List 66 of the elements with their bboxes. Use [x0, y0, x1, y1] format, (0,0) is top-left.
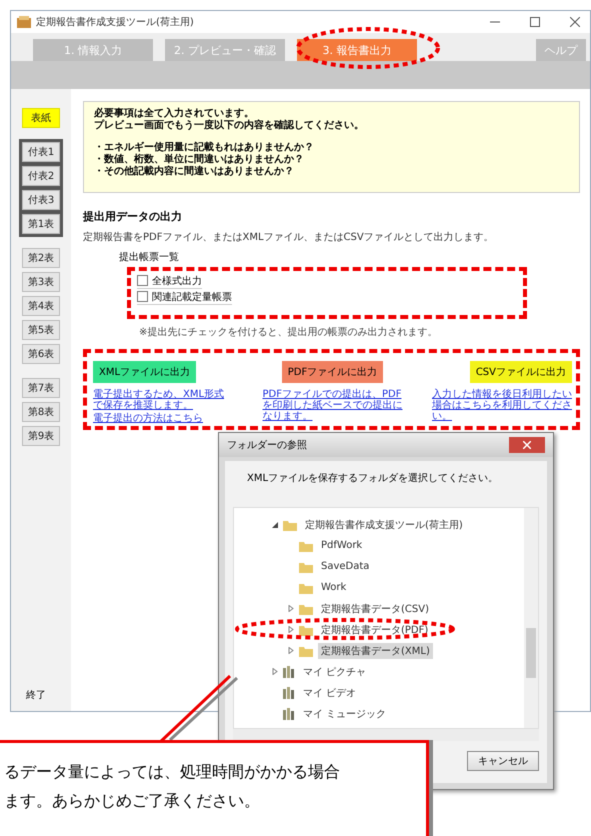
tree-item[interactable]: 定期報告書データ(CSV) — [318, 600, 432, 616]
library-icon — [283, 666, 295, 678]
sheet-button[interactable]: 第4表 — [22, 296, 60, 316]
sheet-button[interactable]: 第2表 — [22, 248, 60, 268]
help-link[interactable]: 電子提出の方法はこちら — [93, 413, 203, 424]
sheet-button[interactable]: 第3表 — [22, 272, 60, 292]
export-button[interactable]: XMLファイルに出力 — [93, 361, 196, 383]
section-title: 提出用データの出力 — [83, 209, 183, 224]
sheet-button[interactable]: 第6表 — [22, 344, 60, 364]
sheet-button[interactable]: 付表3 — [22, 190, 60, 210]
tree-item[interactable]: マイ ミュージック — [300, 706, 390, 722]
help-link[interactable]: 電子提出するため、XML形式で保存を推奨します。 — [93, 389, 233, 411]
dialog-title: フォルダーの参照 — [227, 438, 307, 452]
library-icon — [283, 708, 295, 720]
folder-icon — [299, 644, 313, 656]
scrollbar[interactable] — [233, 729, 539, 741]
option-checkbox[interactable]: 関連記載定量帳票 — [137, 289, 232, 305]
close-button[interactable] — [509, 437, 545, 453]
tree-item[interactable]: マイ ビデオ — [300, 684, 360, 700]
tree-item[interactable]: マイ ピクチャ — [300, 664, 370, 680]
tree-item[interactable]: 定期報告書作成支援ツール(荷主用) — [302, 516, 466, 532]
message-text: 必要事項は全て入力されています。 プレビュー画面でもう一度以下の内容を確認してください。 — [94, 108, 365, 132]
note-text: ※提出先にチェックを付けると、提出用の帳票のみ出力されます。 — [139, 326, 438, 339]
tree-item[interactable]: 定期報告書データ(XML) — [318, 642, 433, 658]
sheet-button[interactable]: 第8表 — [22, 402, 60, 422]
window-title: 定期報告書作成支援ツール(荷主用) — [36, 16, 194, 29]
library-icon — [283, 686, 295, 698]
tree-item[interactable]: 定期報告書データ(PDF) — [318, 622, 432, 638]
collapsed-arrow-icon[interactable] — [288, 626, 294, 633]
export-button[interactable]: CSVファイルに出力 — [470, 361, 572, 383]
sheet-button[interactable]: 付表2 — [22, 166, 60, 186]
export-button[interactable]: PDFファイルに出力 — [282, 361, 384, 383]
close-icon — [523, 441, 531, 449]
sheet-button[interactable]: 第9表 — [22, 426, 60, 446]
sheet-button[interactable]: 第5表 — [22, 320, 60, 340]
exit-button[interactable]: 終了 — [20, 687, 52, 703]
expanded-arrow-icon[interactable] — [272, 521, 278, 528]
folder-icon — [283, 518, 297, 530]
sheet-button[interactable]: 表紙 — [22, 108, 60, 128]
folder-icon — [299, 624, 313, 636]
folder-icon — [299, 560, 313, 572]
tree-item[interactable]: SaveData — [318, 560, 372, 573]
section-description: 定期報告書をPDFファイル、またはXMLファイル、またはCSVファイルとして出力します。 — [83, 230, 495, 244]
sheet-button[interactable]: 付表1 — [22, 142, 60, 162]
collapsed-arrow-icon[interactable] — [288, 647, 294, 654]
message-text: ・エネルギー使用量に記載もれはありませんか？ ・数値、桁数、単位に間違いはありませんか？ ・その他記載内容に間違いはありませんか？ — [94, 142, 315, 178]
help-link[interactable]: 入力した情報を後日利用したい場合はこちらを利用してください。 — [432, 389, 572, 422]
dialog-instruction: XMLファイルを保存するフォルダを選択してください。 — [246, 472, 500, 486]
maximize-icon[interactable] — [530, 17, 540, 27]
folder-icon — [299, 602, 313, 614]
collapsed-arrow-icon[interactable] — [272, 668, 278, 675]
scrollbar[interactable] — [524, 508, 538, 728]
close-icon[interactable] — [570, 17, 580, 27]
collapsed-arrow-icon[interactable] — [288, 605, 294, 612]
sheet-button[interactable]: 第7表 — [22, 378, 60, 398]
sheet-button[interactable]: 第1表 — [22, 214, 60, 234]
tree-item[interactable]: PdfWork — [318, 539, 366, 552]
folder-icon — [299, 540, 313, 552]
callout-text: るデータ量によっては、処理時間がかかる場合 ます。あらかじめご了承ください。 — [4, 761, 341, 812]
app-icon — [17, 16, 31, 28]
list-label: 提出帳票一覧 — [119, 250, 180, 264]
help-link[interactable]: PDFファイルでの提出は、PDFを印刷した紙ベースでの提出になります。 — [262, 389, 402, 422]
folder-icon — [299, 582, 313, 594]
tree-item[interactable]: Work — [318, 581, 350, 594]
cancel-button[interactable]: キャンセル — [467, 751, 539, 771]
option-checkbox[interactable]: 全様式出力 — [137, 273, 202, 289]
